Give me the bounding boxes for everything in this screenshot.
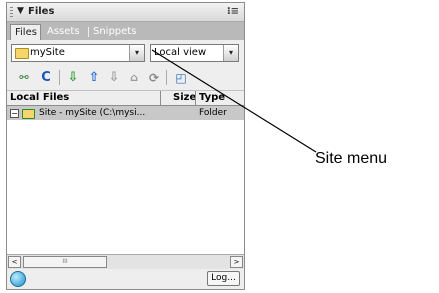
callout-label: Site menu — [315, 150, 388, 167]
callout-line — [151, 49, 317, 153]
